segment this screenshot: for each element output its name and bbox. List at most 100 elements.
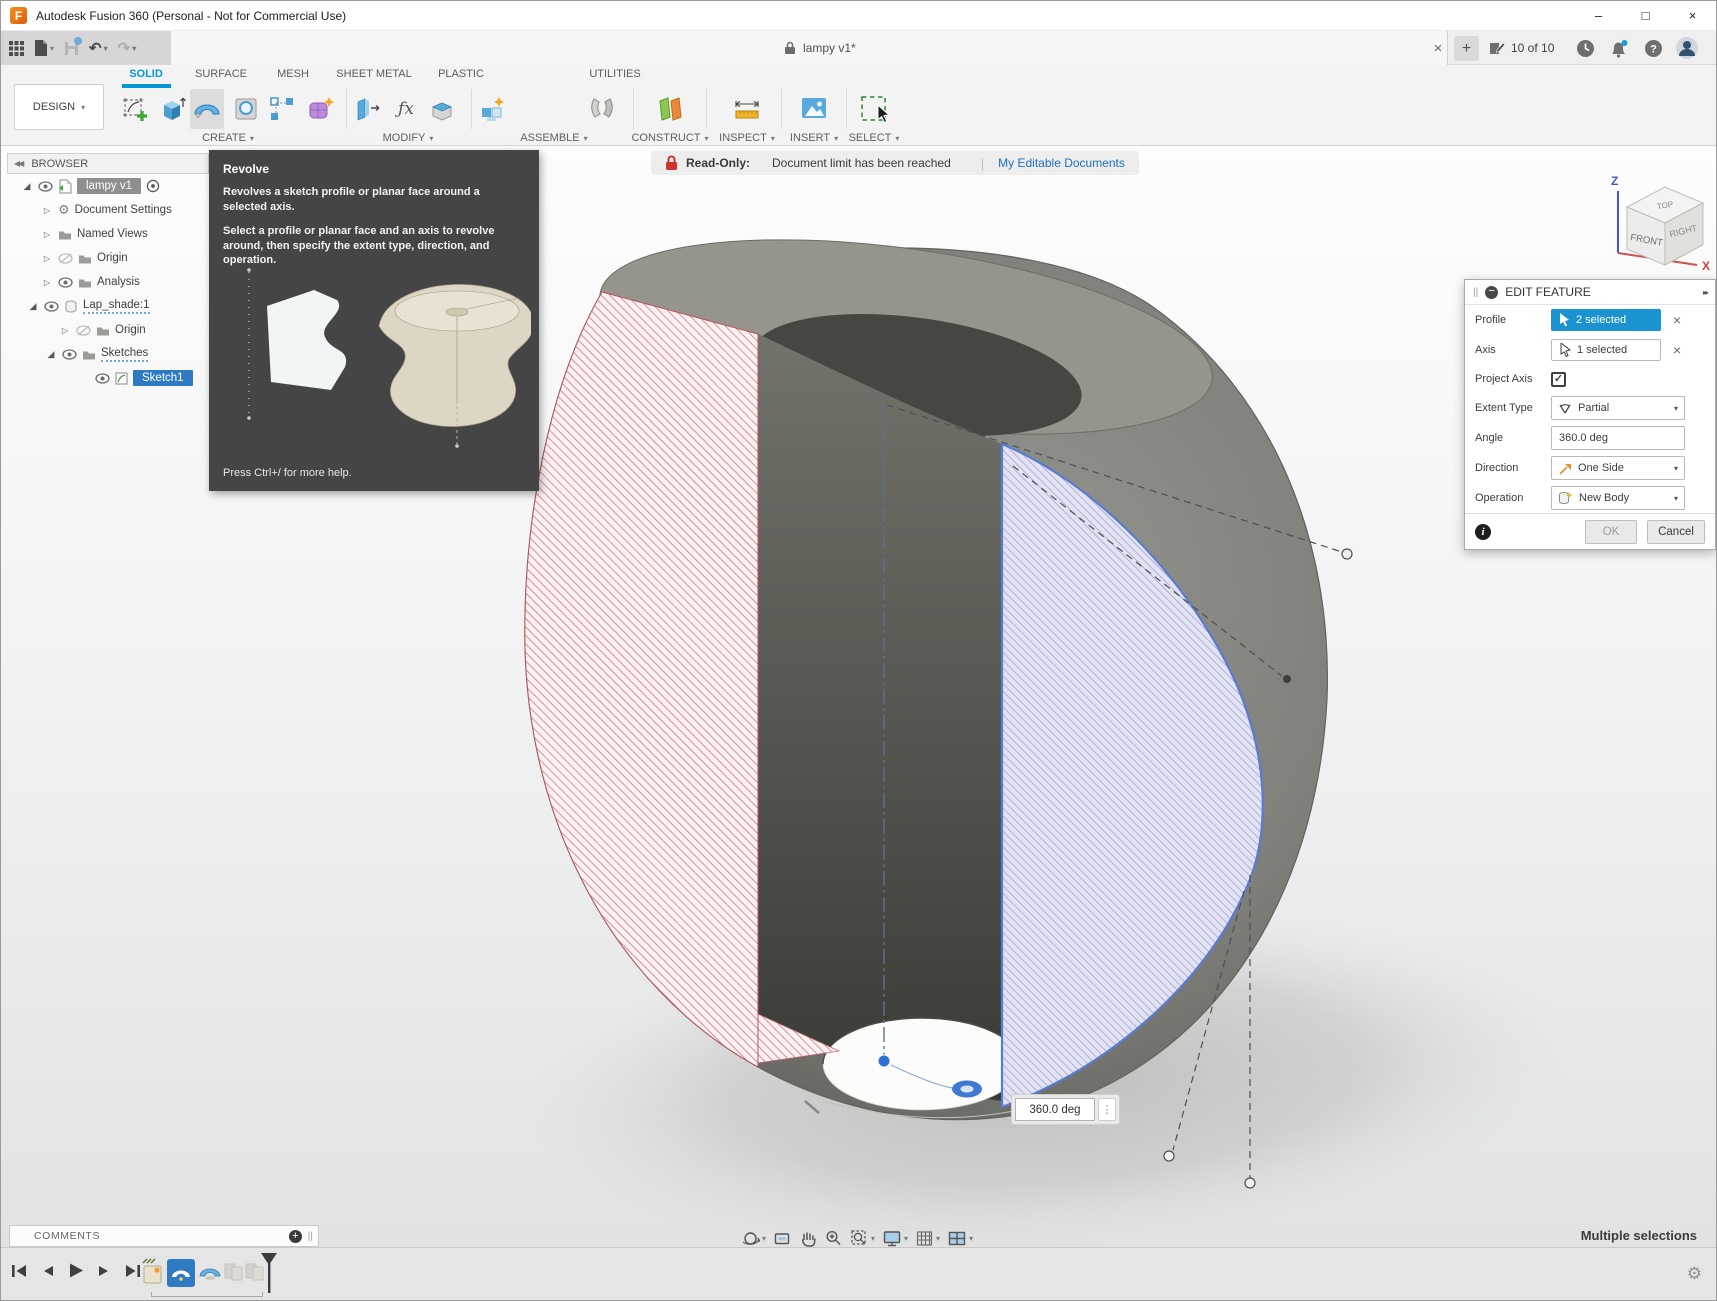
tree-item-sketch1[interactable]: Sketch1: [7, 366, 209, 390]
tree-item-lap-shade[interactable]: ◢ Lap_shade:1: [7, 294, 209, 318]
dialog-collapse-icon[interactable]: −: [1485, 285, 1499, 299]
skip-to-start-button[interactable]: [11, 1263, 28, 1279]
parameters-fx-button[interactable]: ƒx: [389, 89, 423, 129]
expand-icon[interactable]: ◢: [45, 349, 57, 360]
close-tab-button[interactable]: ×: [1425, 31, 1451, 65]
user-avatar[interactable]: [1673, 31, 1701, 65]
direction-dropdown[interactable]: One Side ▾: [1551, 456, 1685, 480]
view-cube[interactable]: Z X TOP FRONT RIGHT: [1599, 167, 1717, 271]
collapse-icon[interactable]: ▷: [41, 254, 53, 263]
zoom-window-button[interactable]: ▾: [850, 1229, 875, 1248]
group-assemble[interactable]: ASSEMBLE ▾: [514, 131, 594, 145]
tree-item-origin[interactable]: ▷ Origin: [7, 246, 209, 270]
clear-axis-button[interactable]: ×: [1673, 342, 1681, 358]
extent-type-dropdown[interactable]: Partial ▾: [1551, 396, 1685, 420]
workspace-selector[interactable]: DESIGN ▾: [14, 84, 104, 130]
group-modify[interactable]: MODIFY ▾: [368, 131, 448, 145]
tab-mesh[interactable]: MESH: [273, 65, 313, 83]
document-tab-title[interactable]: lampy v1*: [784, 31, 856, 65]
undo-button[interactable]: ↶ ▾: [89, 39, 108, 57]
inner-wall[interactable]: [758, 334, 1002, 1101]
new-tab-button[interactable]: +: [1454, 36, 1479, 61]
redo-button[interactable]: ↷ ▾: [118, 39, 137, 57]
angle-input[interactable]: [1551, 426, 1685, 450]
tree-item-named-views[interactable]: ▷ Named Views: [7, 222, 209, 246]
help-button[interactable]: ?: [1641, 31, 1665, 65]
axis-selection-button[interactable]: 1 selected: [1551, 339, 1661, 361]
profile-selection-button[interactable]: 2 selected: [1551, 309, 1661, 331]
dialog-dock-icon[interactable]: ▸▸: [1703, 288, 1709, 297]
eye-off-icon[interactable]: [58, 252, 73, 264]
notifications-button[interactable]: [1606, 31, 1632, 65]
activity-history-button[interactable]: [1573, 31, 1597, 65]
timeline-revolve-feature-selected[interactable]: [167, 1259, 195, 1287]
dialog-header[interactable]: || − EDIT FEATURE ▸▸: [1465, 280, 1715, 305]
timeline-sketch-feature[interactable]: [141, 1258, 165, 1291]
tree-item-root[interactable]: ◢ lampy v1: [7, 174, 209, 198]
manipulator-point[interactable]: [1283, 675, 1291, 683]
look-at-button[interactable]: [773, 1229, 792, 1248]
file-menu-button[interactable]: ▾: [34, 40, 54, 56]
drag-handle-icon[interactable]: ⋮: [1098, 1098, 1116, 1121]
tab-plastic[interactable]: PLASTIC: [434, 65, 488, 83]
display-settings-button[interactable]: ▾: [882, 1229, 908, 1248]
extensions-indicator[interactable]: 10 of 10: [1489, 31, 1554, 65]
eye-icon[interactable]: [62, 348, 77, 360]
info-icon[interactable]: i: [1475, 523, 1491, 540]
maximize-button[interactable]: □: [1622, 1, 1669, 30]
group-create[interactable]: CREATE ▾: [188, 131, 268, 145]
zoom-button[interactable]: [824, 1229, 843, 1248]
axis-origin-point[interactable]: [877, 1054, 891, 1068]
new-component-button[interactable]: [477, 89, 511, 129]
manipulator-point[interactable]: [1244, 1177, 1256, 1189]
editable-documents-link[interactable]: My Editable Documents: [998, 156, 1125, 170]
collapse-icon[interactable]: ▷: [41, 206, 53, 215]
tree-item-analysis[interactable]: ▷ Analysis: [7, 270, 209, 294]
create-form-button[interactable]: [304, 89, 338, 129]
add-comment-icon[interactable]: +: [288, 1229, 302, 1243]
timeline-suppressed-feature[interactable]: [223, 1261, 245, 1288]
group-select[interactable]: SELECT ▾: [834, 131, 914, 145]
comments-bar[interactable]: COMMENTS + ||: [9, 1225, 319, 1247]
revolve-button[interactable]: [190, 89, 224, 129]
collapse-icon[interactable]: ▷: [41, 278, 53, 287]
timeline-settings-gear-icon[interactable]: ⚙: [1687, 1264, 1702, 1284]
pattern-button[interactable]: [265, 89, 299, 129]
construct-plane-button[interactable]: [653, 89, 687, 129]
expand-icon[interactable]: ◢: [21, 181, 33, 192]
app-grid-icon[interactable]: [9, 40, 24, 56]
step-back-button[interactable]: [41, 1263, 55, 1279]
expand-icon[interactable]: ◢: [27, 301, 39, 312]
project-axis-checkbox[interactable]: ✓: [1551, 371, 1566, 387]
tree-item-sketches[interactable]: ◢ Sketches: [7, 342, 209, 366]
browser-header[interactable]: ◀◀ BROWSER: [7, 153, 209, 174]
clear-profile-button[interactable]: ×: [1673, 312, 1681, 328]
collapse-panel-icon[interactable]: ◀◀: [14, 159, 24, 168]
eye-off-icon[interactable]: [76, 324, 91, 336]
manipulator-point[interactable]: [1163, 1150, 1175, 1162]
create-sketch-button[interactable]: [118, 89, 152, 129]
close-button[interactable]: ×: [1669, 1, 1716, 30]
hole-button[interactable]: [229, 89, 263, 129]
tab-solid[interactable]: SOLID: [121, 65, 171, 83]
skip-to-end-button[interactable]: [124, 1263, 141, 1279]
step-forward-button[interactable]: [97, 1263, 111, 1279]
viewports-button[interactable]: ▾: [947, 1229, 973, 1248]
minimize-button[interactable]: –: [1575, 1, 1622, 30]
tab-utilities[interactable]: UTILITIES: [587, 65, 643, 83]
measure-button[interactable]: [730, 89, 764, 129]
angle-value-input[interactable]: [1015, 1098, 1095, 1121]
activate-component-radio[interactable]: [146, 179, 160, 193]
group-construct[interactable]: CONSTRUCT ▾: [625, 131, 715, 145]
tree-item-origin-2[interactable]: ▷ Origin: [7, 318, 209, 342]
insert-image-button[interactable]: [797, 89, 831, 129]
play-button[interactable]: [68, 1262, 84, 1279]
eye-icon[interactable]: [95, 372, 110, 384]
manipulator-point[interactable]: [1341, 548, 1353, 560]
ok-button[interactable]: OK: [1585, 519, 1637, 544]
collapse-icon[interactable]: ▷: [59, 326, 71, 335]
tree-item-document-settings[interactable]: ▷ ⚙ Document Settings: [7, 198, 209, 222]
tab-surface[interactable]: SURFACE: [189, 65, 253, 83]
extrude-button[interactable]: [156, 89, 190, 129]
eye-icon[interactable]: [44, 300, 59, 312]
